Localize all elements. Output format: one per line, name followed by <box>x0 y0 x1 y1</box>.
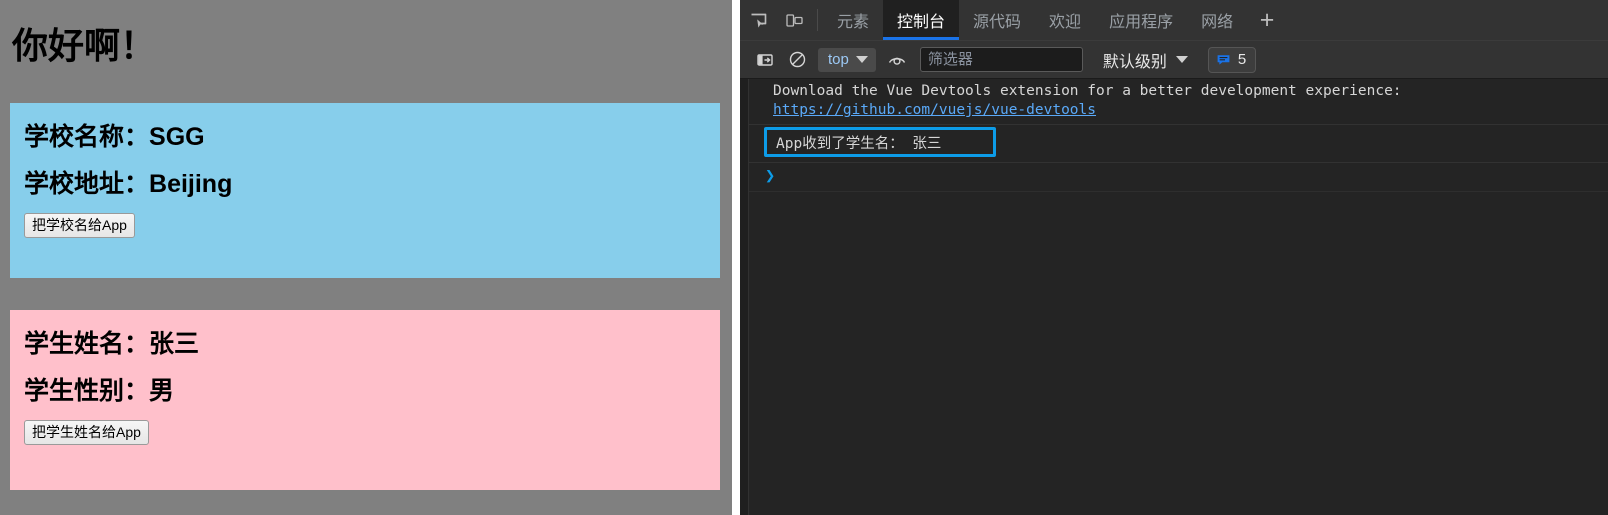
chevron-down-icon <box>855 56 868 63</box>
send-school-name-button[interactable]: 把学校名给App <box>24 212 135 239</box>
student-card: 学生姓名：张三 学生性别：男 把学生姓名给App <box>10 310 720 490</box>
send-student-name-button[interactable]: 把学生姓名给App <box>24 419 149 446</box>
school-address-row: 学校地址：Beijing <box>10 152 720 199</box>
console-focused-message-text: App收到了学生名： 张三 <box>776 135 942 152</box>
student-name-label: 学生姓名： <box>24 330 150 358</box>
console-focused-message-box[interactable]: App收到了学生名： 张三 <box>764 127 996 158</box>
school-address-label: 学校地址： <box>24 169 150 198</box>
console-toolbar: top 默认级别 5 <box>740 41 1608 79</box>
console-gutter <box>740 79 749 515</box>
tab-elements-label: 元素 <box>837 14 870 31</box>
devtools-panel: 元素 控制台 源代码 欢迎 应用程序 网络 + top 筛选器 默认级别 5 D… <box>740 0 1608 515</box>
tab-elements[interactable]: 元素 <box>823 0 883 40</box>
student-gender-label: 学生性别： <box>24 376 150 405</box>
screenshot-root: 你好啊！ 学校名称：SGG 学校地址：Beijing 把学校名给App 学生姓名… <box>0 0 1608 515</box>
school-name-value: SGG <box>149 123 205 151</box>
console-rows: Download the Vue Devtools extension for … <box>749 79 1608 193</box>
execution-context-value: top <box>828 51 849 68</box>
school-name-row: 学校名称：SGG <box>10 105 720 152</box>
tabbar-divider <box>817 9 818 31</box>
message-bubble-icon <box>1217 55 1230 65</box>
console-message-text: Download the Vue Devtools extension for … <box>773 83 1402 99</box>
school-card: 学校名称：SGG 学校地址：Beijing 把学校名给App <box>10 103 720 278</box>
devtools-tab-bar: 元素 控制台 源代码 欢迎 应用程序 网络 + <box>740 0 1608 41</box>
browser-page-viewport: 你好啊！ 学校名称：SGG 学校地址：Beijing 把学校名给App 学生姓名… <box>0 0 732 515</box>
console-message-focused-row[interactable]: App收到了学生名： 张三 <box>749 125 1608 164</box>
tab-console-label: 控制台 <box>897 14 946 31</box>
student-name-value: 张三 <box>149 330 200 358</box>
page-title: 你好啊！ <box>12 25 157 66</box>
student-gender-value: 男 <box>149 376 175 405</box>
add-panel-button[interactable]: + <box>1247 0 1287 40</box>
message-count-badge[interactable]: 5 <box>1207 46 1257 73</box>
message-count-value: 5 <box>1237 51 1247 68</box>
tab-welcome[interactable]: 欢迎 <box>1035 0 1095 40</box>
console-message-area[interactable]: Download the Vue Devtools extension for … <box>740 79 1608 515</box>
execution-context-select[interactable]: top <box>818 47 876 72</box>
chevron-down-icon <box>1175 56 1188 63</box>
console-prompt-row[interactable]: ❯ <box>749 163 1608 193</box>
log-level-value: 默认级别 <box>1102 53 1167 71</box>
tab-application[interactable]: 应用程序 <box>1095 0 1187 40</box>
inspect-element-icon[interactable] <box>740 0 776 40</box>
viewport-devtools-gap <box>732 0 740 515</box>
school-name-label: 学校名称： <box>24 123 150 151</box>
tab-sources[interactable]: 源代码 <box>959 0 1035 40</box>
tab-application-label: 应用程序 <box>1109 14 1174 31</box>
log-level-select[interactable]: 默认级别 <box>1099 48 1192 72</box>
tab-console[interactable]: 控制台 <box>883 0 960 40</box>
tab-welcome-label: 欢迎 <box>1049 14 1082 31</box>
console-message-vue-devtools[interactable]: Download the Vue Devtools extension for … <box>749 79 1608 126</box>
tab-sources-label: 源代码 <box>973 14 1022 31</box>
tab-network-label: 网络 <box>1201 14 1234 31</box>
student-gender-row: 学生性别：男 <box>10 359 720 406</box>
student-name-row: 学生姓名：张三 <box>10 312 720 359</box>
console-sidebar-icon[interactable] <box>750 46 780 74</box>
console-prompt-arrow-icon: ❯ <box>765 166 776 187</box>
live-expression-icon[interactable] <box>882 46 912 74</box>
clear-console-icon[interactable] <box>782 46 812 74</box>
console-filter-input[interactable] <box>919 47 1083 72</box>
console-message-link[interactable]: https://github.com/vuejs/vue-devtools <box>773 101 1608 120</box>
tab-network[interactable]: 网络 <box>1187 0 1247 40</box>
school-address-value: Beijing <box>149 169 233 198</box>
device-toolbar-icon[interactable] <box>776 0 812 40</box>
